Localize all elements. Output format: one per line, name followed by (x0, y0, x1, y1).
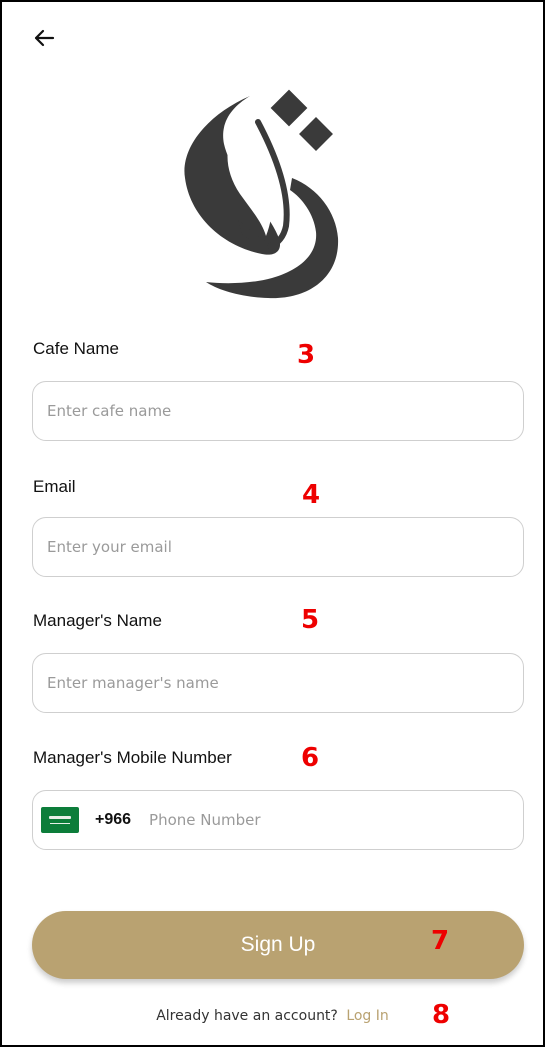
email-field[interactable] (32, 517, 524, 577)
login-prompt: Already have an account? Log In (0, 1008, 545, 1024)
manager-name-label: Manager's Name (33, 611, 162, 630)
email-input[interactable] (45, 537, 511, 557)
manager-name-input[interactable] (45, 673, 511, 693)
login-question: Already have an account? (156, 1008, 338, 1024)
cafe-name-input[interactable] (45, 401, 511, 421)
step-marker-5: 5 (301, 605, 320, 635)
phone-number-input[interactable] (147, 810, 511, 830)
manager-name-field[interactable] (32, 653, 524, 713)
step-marker-7: 7 (431, 926, 450, 956)
step-marker-3: 3 (297, 340, 316, 370)
saudi-flag-icon[interactable] (41, 807, 79, 833)
email-label: Email (33, 477, 76, 496)
arrow-left-icon (34, 29, 55, 47)
cafe-logo-icon (184, 89, 339, 299)
login-link[interactable]: Log In (346, 1008, 388, 1024)
step-marker-6: 6 (301, 743, 320, 773)
step-marker-4: 4 (302, 480, 321, 510)
manager-mobile-field[interactable]: +966 (32, 790, 524, 850)
cafe-name-field[interactable] (32, 381, 524, 441)
country-code[interactable]: +966 (95, 811, 131, 829)
step-marker-8: 8 (432, 1000, 451, 1030)
sign-up-button[interactable]: Sign Up (32, 911, 524, 979)
manager-mobile-label: Manager's Mobile Number (33, 748, 232, 767)
back-button[interactable] (30, 24, 58, 52)
cafe-name-label: Cafe Name (33, 339, 119, 358)
